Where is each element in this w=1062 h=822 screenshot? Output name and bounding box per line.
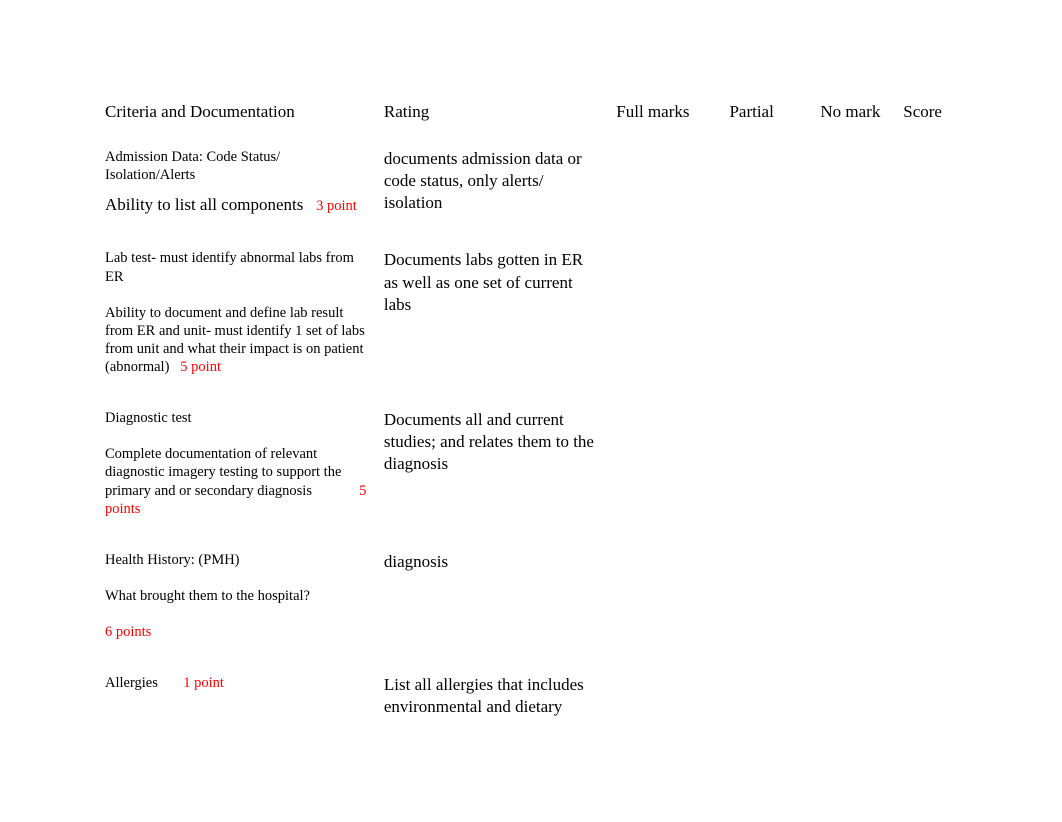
partial-cell	[721, 660, 812, 725]
score-cell	[895, 395, 966, 537]
header-rating: Rating	[375, 91, 607, 134]
no-mark-cell	[812, 235, 895, 395]
table-row: Lab test- must identify abnormal labs fr…	[97, 235, 966, 395]
score-cell	[895, 660, 966, 725]
full-marks-cell	[608, 660, 721, 725]
header-full: Full marks	[608, 91, 721, 134]
criteria-subtext: What brought them to the hospital?	[105, 587, 367, 605]
criteria-sub-lead: Ability to list all components	[105, 195, 303, 214]
full-marks-cell	[608, 395, 721, 537]
rubric-page: Criteria and Documentation Rating Full m…	[0, 0, 1062, 765]
rating-text: Documents all and current studies; and r…	[384, 410, 594, 473]
table-row: Health History: (PMH) What brought them …	[97, 536, 966, 659]
rating-text: Documents labs gotten in ER as well as o…	[384, 250, 583, 313]
partial-cell	[721, 134, 812, 235]
no-mark-cell	[812, 536, 895, 659]
criteria-title: Lab test- must identify abnormal labs fr…	[105, 249, 367, 285]
header-partial: Partial	[721, 91, 812, 134]
no-mark-cell	[812, 134, 895, 235]
score-cell	[895, 536, 966, 659]
rating-text: List all allergies that includes environ…	[384, 675, 584, 716]
criteria-subtext: Ability to document and define lab resul…	[105, 304, 367, 377]
no-mark-cell	[812, 395, 895, 537]
score-cell	[895, 134, 966, 235]
criteria-title: Admission Data: Code Status/ Isolation/A…	[105, 148, 367, 184]
rating-text: documents admission data or code status,…	[384, 149, 582, 212]
criteria-cell: Diagnostic test Complete documentation o…	[97, 395, 376, 537]
rating-text: diagnosis	[384, 552, 448, 571]
full-marks-cell	[608, 134, 721, 235]
partial-cell	[721, 536, 812, 659]
header-nomark: No mark	[812, 91, 895, 134]
rubric-body: Admission Data: Code Status/ Isolation/A…	[97, 134, 966, 725]
table-row: Admission Data: Code Status/ Isolation/A…	[97, 134, 966, 235]
rating-cell: List all allergies that includes environ…	[375, 660, 607, 725]
criteria-points: 5 point	[180, 359, 221, 375]
criteria-title: Health History: (PMH)	[105, 551, 367, 569]
criteria-subtext: Ability to list all components 3 point	[105, 194, 367, 216]
criteria-subtext: Complete documentation of relevant diagn…	[105, 445, 367, 518]
rubric-table: Criteria and Documentation Rating Full m…	[96, 90, 966, 725]
rating-cell: Documents labs gotten in ER as well as o…	[375, 235, 607, 395]
rating-cell: documents admission data or code status,…	[375, 134, 607, 235]
score-cell	[895, 235, 966, 395]
criteria-title: Diagnostic test	[105, 409, 367, 427]
criteria-cell: Lab test- must identify abnormal labs fr…	[97, 235, 376, 395]
criteria-cell: Health History: (PMH) What brought them …	[97, 536, 376, 659]
criteria-cell: Allergies 1 point	[97, 660, 376, 725]
header-criteria: Criteria and Documentation	[97, 91, 376, 134]
table-row: Allergies 1 point List all allergies tha…	[97, 660, 966, 725]
header-score: Score	[895, 91, 966, 134]
table-row: Diagnostic test Complete documentation o…	[97, 395, 966, 537]
criteria-title: Allergies 1 point	[105, 674, 367, 692]
partial-cell	[721, 235, 812, 395]
criteria-title-text: Allergies	[105, 675, 158, 691]
criteria-sub-rest: Ability to document and define lab resul…	[105, 305, 365, 375]
criteria-points: 6 points	[105, 624, 151, 640]
criteria-sub-rest: Complete documentation of relevant diagn…	[105, 446, 341, 498]
no-mark-cell	[812, 660, 895, 725]
partial-cell	[721, 395, 812, 537]
full-marks-cell	[608, 536, 721, 659]
rating-cell: diagnosis	[375, 536, 607, 659]
criteria-points: 3 point	[316, 198, 357, 214]
header-row: Criteria and Documentation Rating Full m…	[97, 91, 966, 134]
rating-cell: Documents all and current studies; and r…	[375, 395, 607, 537]
full-marks-cell	[608, 235, 721, 395]
criteria-cell: Admission Data: Code Status/ Isolation/A…	[97, 134, 376, 235]
criteria-points: 1 point	[183, 675, 224, 691]
